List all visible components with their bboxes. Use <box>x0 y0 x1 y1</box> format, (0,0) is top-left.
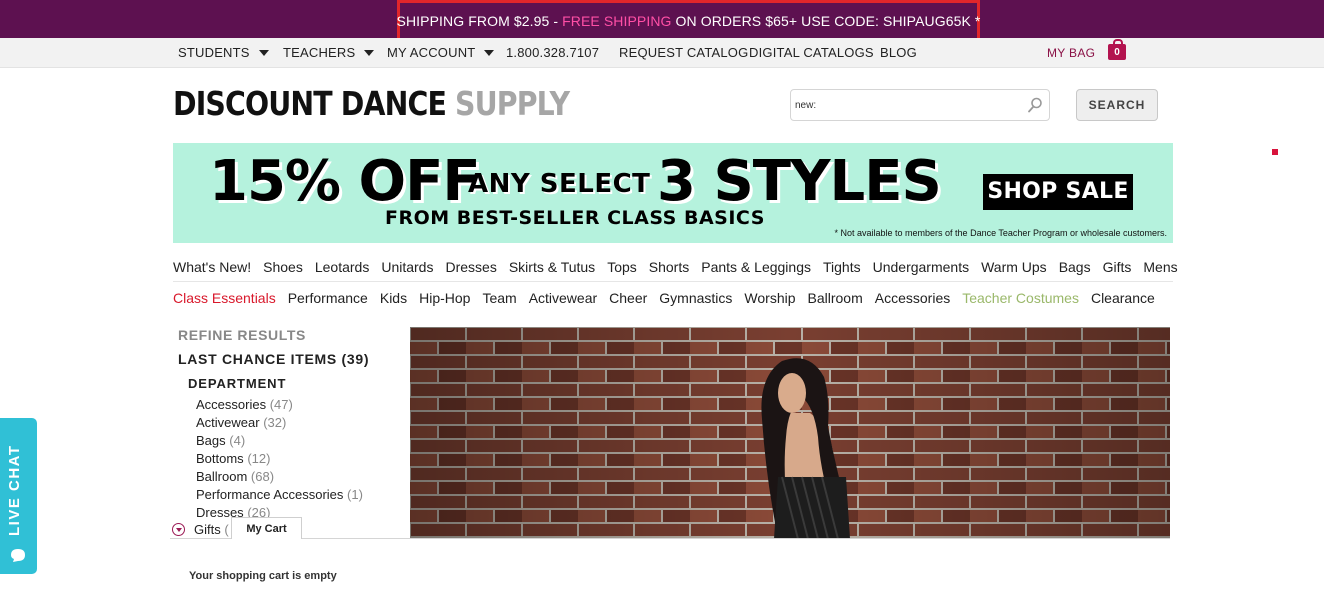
category-link[interactable]: Bags <box>1059 259 1091 275</box>
category-link[interactable]: Ballroom <box>808 290 863 306</box>
category-link[interactable]: Class Essentials <box>173 290 276 306</box>
nav-teachers-label: TEACHERS <box>283 45 356 60</box>
cart-empty-message: Your shopping cart is empty <box>189 570 337 582</box>
promo-text-1: SHIPPING FROM $2.95 - <box>396 13 563 29</box>
category-link[interactable]: Team <box>482 290 516 306</box>
department-label: Performance Accessories <box>196 487 344 502</box>
nav-students-label: STUDENTS <box>178 45 250 60</box>
category-link[interactable]: Shoes <box>263 259 303 275</box>
shop-sale-button[interactable]: SHOP SALE <box>983 174 1133 210</box>
banner-subtitle: FROM BEST-SELLER CLASS BASICS <box>385 207 765 229</box>
banner-disclaimer: * Not available to members of the Dance … <box>834 228 1168 238</box>
promo-free-shipping: FREE SHIPPING <box>562 13 672 29</box>
department-label: Bottoms <box>196 451 244 466</box>
nav-blog[interactable]: BLOG <box>880 38 917 68</box>
category-link[interactable]: Skirts & Tutus <box>509 259 595 275</box>
category-link[interactable]: Hip-Hop <box>419 290 470 306</box>
nav-students[interactable]: STUDENTS <box>178 38 269 68</box>
promo-sale-banner[interactable]: 15% OFF ANY SELECT 3 STYLES FROM BEST-SE… <box>173 143 1173 243</box>
nav-request-catalog[interactable]: REQUEST CATALOG <box>619 38 748 68</box>
nav-digital-catalogs[interactable]: DIGITAL CATALOGS <box>749 38 874 68</box>
category-link[interactable]: Worship <box>744 290 795 306</box>
department-heading: DEPARTMENT <box>188 376 287 391</box>
bag-icon[interactable]: 0 <box>1108 39 1126 60</box>
my-cart-tab[interactable]: My Cart <box>231 517 302 539</box>
department-count: ( <box>224 522 229 537</box>
refine-results-heading: REFINE RESULTS <box>178 327 306 343</box>
caret-down-icon <box>364 50 375 56</box>
logo-text-light: SUPPLY <box>455 84 570 123</box>
department-count: (68) <box>250 469 275 484</box>
department-count: (12) <box>247 451 271 466</box>
category-link[interactable]: Leotards <box>315 259 369 275</box>
promo-text-2: ON ORDERS $65+ USE CODE: SHIPAUG65K * <box>671 13 981 29</box>
banner-any-select: ANY SELECT <box>468 169 651 199</box>
category-nav-primary: What's New! Shoes Leotards Unitards Dres… <box>173 252 1178 282</box>
department-label: Activewear <box>196 415 260 430</box>
category-link[interactable]: Pants & Leggings <box>701 259 811 275</box>
live-chat-label: LIVE CHAT <box>6 444 23 536</box>
department-item[interactable]: Ballroom (68) <box>196 468 363 486</box>
last-chance-heading: LAST CHANCE ITEMS (39) <box>178 351 370 367</box>
category-link[interactable]: Tights <box>823 259 861 275</box>
search-icon[interactable] <box>1027 97 1043 113</box>
nav-phone: 1.800.328.7107 <box>506 45 600 60</box>
nav-my-account[interactable]: MY ACCOUNT <box>387 38 495 68</box>
category-link[interactable]: What's New! <box>173 259 251 275</box>
banner-headline-2: 3 STYLES <box>657 149 942 214</box>
department-item[interactable]: Performance Accessories (1) <box>196 486 363 504</box>
category-nav-secondary: Class Essentials Performance Kids Hip-Ho… <box>173 283 1173 313</box>
search-input[interactable] <box>795 94 1015 116</box>
category-link[interactable]: Gymnastics <box>659 290 732 306</box>
department-item[interactable]: Bags (4) <box>196 432 363 450</box>
caret-down-icon <box>484 50 495 56</box>
cart-divider <box>170 538 1170 539</box>
department-count: (4) <box>229 433 246 448</box>
nav-my-account-label: MY ACCOUNT <box>387 45 476 60</box>
department-list: Accessories (47) Activewear (32) Bags (4… <box>196 396 363 522</box>
category-link[interactable]: Teacher Costumes <box>962 290 1079 306</box>
category-link[interactable]: Dresses <box>445 259 496 275</box>
nav-teachers[interactable]: TEACHERS <box>283 38 375 68</box>
banner-headline-1: 15% OFF <box>209 149 481 214</box>
expand-icon[interactable] <box>172 523 185 536</box>
live-chat-button[interactable]: LIVE CHAT <box>0 418 37 574</box>
category-link[interactable]: Unitards <box>381 259 433 275</box>
red-marker <box>1272 149 1278 155</box>
logo-text-dark: DISCOUNT DANCE <box>173 84 456 123</box>
category-link[interactable]: Gifts <box>1103 259 1132 275</box>
category-link[interactable]: Clearance <box>1091 290 1155 306</box>
my-bag-link[interactable]: MY BAG <box>1047 38 1095 68</box>
department-label: Gifts <box>194 522 221 537</box>
category-link[interactable]: Activewear <box>529 290 597 306</box>
department-item[interactable]: Activewear (32) <box>196 414 363 432</box>
hero-image[interactable] <box>410 327 1170 539</box>
site-logo[interactable]: DISCOUNT DANCE SUPPLY <box>173 84 570 124</box>
category-link[interactable]: Shorts <box>649 259 689 275</box>
promo-banner[interactable]: SHIPPING FROM $2.95 - FREE SHIPPING ON O… <box>397 0 980 42</box>
department-item[interactable]: Bottoms (12) <box>196 450 363 468</box>
department-count: (1) <box>347 487 363 502</box>
category-link[interactable]: Mens <box>1143 259 1177 275</box>
category-link[interactable]: Performance <box>288 290 368 306</box>
search-box <box>790 89 1050 121</box>
department-label: Accessories <box>196 397 267 412</box>
department-count: (32) <box>263 415 287 430</box>
category-link[interactable]: Tops <box>607 259 637 275</box>
hero-photo <box>410 327 1170 539</box>
caret-down-icon <box>258 50 269 56</box>
department-count: (47) <box>269 397 293 412</box>
category-link[interactable]: Accessories <box>875 290 950 306</box>
chat-bubble-icon <box>11 549 25 562</box>
category-link[interactable]: Warm Ups <box>981 259 1047 275</box>
department-label: Ballroom <box>196 469 248 484</box>
category-link[interactable]: Undergarments <box>873 259 970 275</box>
category-link[interactable]: Cheer <box>609 290 647 306</box>
category-link[interactable]: Kids <box>380 290 407 306</box>
search-button[interactable]: SEARCH <box>1076 89 1158 121</box>
department-item[interactable]: Accessories (47) <box>196 396 363 414</box>
department-item-gifts[interactable]: Gifts ( <box>172 522 229 537</box>
department-label: Bags <box>196 433 226 448</box>
